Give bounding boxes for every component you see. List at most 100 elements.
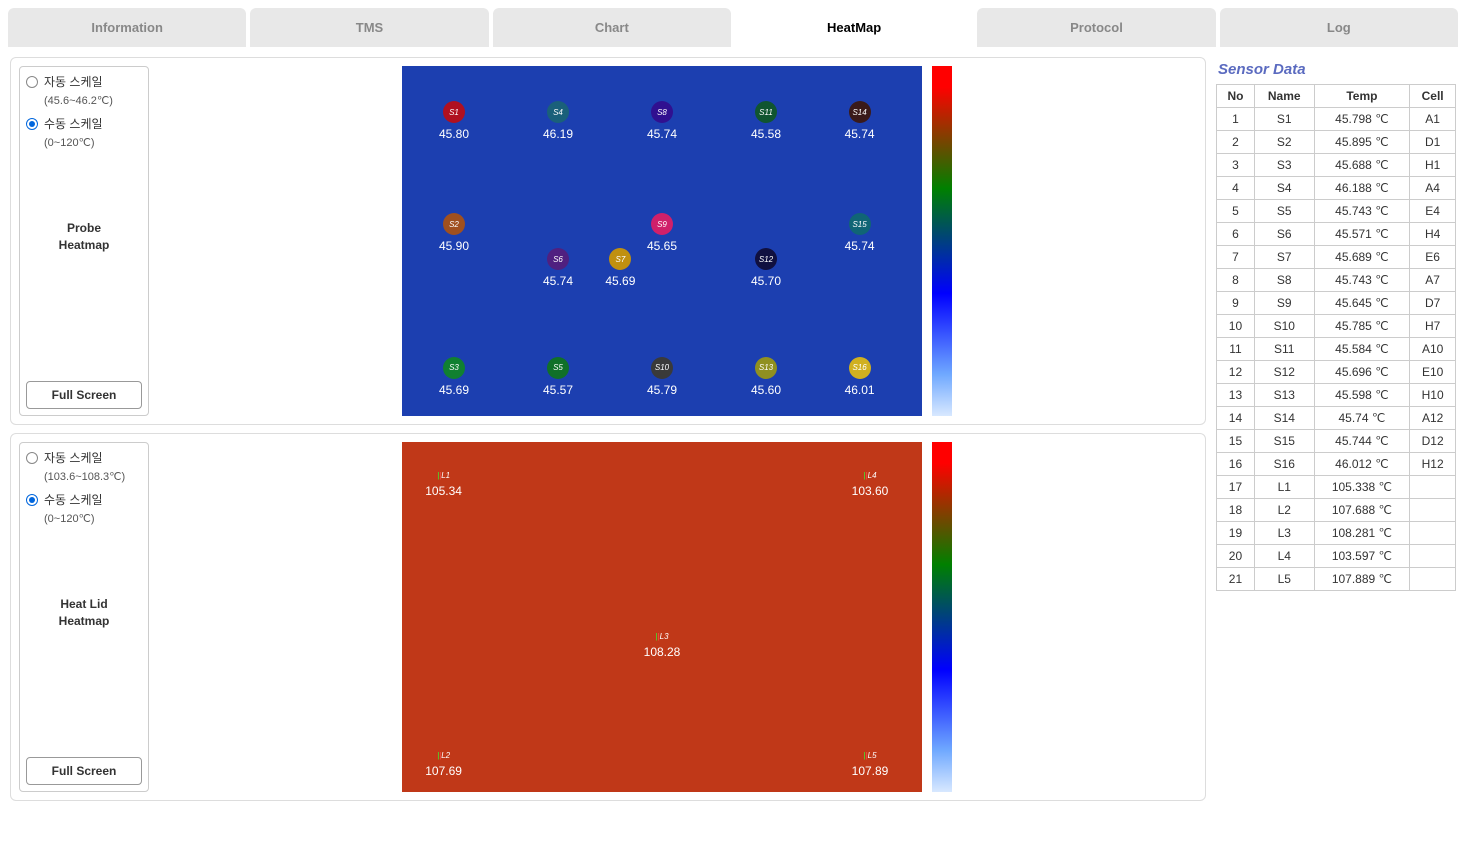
sensor-dot-icon: S13 — [755, 357, 777, 379]
lid-fullscreen-button[interactable]: Full Screen — [26, 757, 142, 785]
table-cell: S7 — [1254, 246, 1314, 269]
probe-auto-scale-radio[interactable]: 자동 스케일 — [26, 73, 142, 90]
probe-sensor-s4: S4 46.19 — [528, 101, 588, 141]
table-cell: 45.645 ℃ — [1314, 292, 1410, 315]
tab-chart[interactable]: Chart — [493, 8, 731, 47]
sensor-value: 45.58 — [736, 127, 796, 141]
sensor-dot-icon: S5 — [547, 357, 569, 379]
table-cell: 13 — [1217, 384, 1255, 407]
table-row[interactable]: 1S145.798 ℃A1 — [1217, 108, 1456, 131]
table-cell: S11 — [1254, 338, 1314, 361]
sensor-value: 45.57 — [528, 383, 588, 397]
table-cell: S14 — [1254, 407, 1314, 430]
table-cell: A4 — [1410, 177, 1456, 200]
table-cell: 45.688 ℃ — [1314, 154, 1410, 177]
sensor-value: 45.60 — [736, 383, 796, 397]
sensor-marker-icon: ||L3 — [653, 631, 671, 641]
sensor-value: 45.74 — [528, 274, 588, 288]
table-row[interactable]: 3S345.688 ℃H1 — [1217, 154, 1456, 177]
table-cell: L5 — [1254, 568, 1314, 591]
table-row[interactable]: 19L3108.281 ℃ — [1217, 522, 1456, 545]
table-row[interactable]: 7S745.689 ℃E6 — [1217, 246, 1456, 269]
probe-sensor-s12: S1245.70 — [736, 248, 796, 288]
table-cell: S4 — [1254, 177, 1314, 200]
table-cell: 2 — [1217, 131, 1255, 154]
probe-sensor-s3: S345.69 — [424, 357, 484, 397]
tab-log[interactable]: Log — [1220, 8, 1458, 47]
lid-sensor-l2: ||L2107.69 — [414, 750, 474, 778]
lid-sensor-l5: ||L5107.89 — [840, 750, 900, 778]
sensor-dot-icon: S14 — [849, 101, 871, 123]
table-row[interactable]: 20L4103.597 ℃ — [1217, 545, 1456, 568]
sensor-data-title: Sensor Data — [1216, 57, 1456, 84]
table-row[interactable]: 15S1545.744 ℃D12 — [1217, 430, 1456, 453]
lid-panel: 자동 스케일 (103.6~108.3℃) 수동 스케일 (0~120℃) He… — [10, 433, 1206, 801]
probe-manual-scale-radio[interactable]: 수동 스케일 — [26, 115, 142, 132]
table-cell: 18 — [1217, 499, 1255, 522]
lid-manual-range: (0~120℃) — [44, 512, 142, 525]
main-content: 자동 스케일 (45.6~46.2℃) 수동 스케일 (0~120℃) Prob… — [0, 47, 1466, 811]
table-row[interactable]: 17L1105.338 ℃ — [1217, 476, 1456, 499]
table-cell — [1410, 545, 1456, 568]
table-header: Cell — [1410, 85, 1456, 108]
table-cell: E10 — [1410, 361, 1456, 384]
table-row[interactable]: 6S645.571 ℃H4 — [1217, 223, 1456, 246]
tab-heatmap[interactable]: HeatMap — [735, 8, 973, 47]
probe-heatmap-wrap: S145.80S446.19S845.74S1145.58S1445.74S24… — [157, 66, 1197, 416]
sensor-marker-icon: ||L2 — [435, 750, 453, 760]
table-header: No — [1217, 85, 1255, 108]
probe-sensor-s8: S845.74 — [632, 101, 692, 141]
table-row[interactable]: 5S545.743 ℃E4 — [1217, 200, 1456, 223]
probe-sensor-s15: S1545.74 — [830, 213, 890, 253]
table-row[interactable]: 10S1045.785 ℃H7 — [1217, 315, 1456, 338]
sensor-dot-icon: S7 — [609, 248, 631, 270]
lid-manual-scale-radio[interactable]: 수동 스케일 — [26, 491, 142, 508]
probe-sensor-s10: S1045.79 — [632, 357, 692, 397]
probe-sensor-s6: S645.74 — [528, 248, 588, 288]
tab-protocol[interactable]: Protocol — [977, 8, 1215, 47]
table-row[interactable]: 13S1345.598 ℃H10 — [1217, 384, 1456, 407]
table-row[interactable]: 16S1646.012 ℃H12 — [1217, 453, 1456, 476]
table-cell: 17 — [1217, 476, 1255, 499]
probe-heatmap: S145.80S446.19S845.74S1145.58S1445.74S24… — [402, 66, 922, 416]
table-cell: 45.689 ℃ — [1314, 246, 1410, 269]
sensor-value: 45.79 — [632, 383, 692, 397]
table-cell: A10 — [1410, 338, 1456, 361]
sensor-value: 46.19 — [528, 127, 588, 141]
table-row[interactable]: 8S845.743 ℃A7 — [1217, 269, 1456, 292]
tab-information[interactable]: Information — [8, 8, 246, 47]
table-cell: 45.74 ℃ — [1314, 407, 1410, 430]
table-row[interactable]: 2S245.895 ℃D1 — [1217, 131, 1456, 154]
table-row[interactable]: 11S1145.584 ℃A10 — [1217, 338, 1456, 361]
table-cell: 1 — [1217, 108, 1255, 131]
probe-panel: 자동 스케일 (45.6~46.2℃) 수동 스케일 (0~120℃) Prob… — [10, 57, 1206, 425]
table-row[interactable]: 12S1245.696 ℃E10 — [1217, 361, 1456, 384]
probe-auto-range: (45.6~46.2℃) — [44, 94, 142, 107]
sensor-marker-icon: ||L1 — [435, 470, 453, 480]
sensor-value: 45.74 — [830, 127, 890, 141]
sensor-dot-icon: S15 — [849, 213, 871, 235]
table-cell: D7 — [1410, 292, 1456, 315]
table-cell: 14 — [1217, 407, 1255, 430]
lid-auto-scale-radio[interactable]: 자동 스케일 — [26, 449, 142, 466]
sensor-dot-icon: S4 — [547, 101, 569, 123]
sensor-value: 45.80 — [424, 127, 484, 141]
probe-fullscreen-button[interactable]: Full Screen — [26, 381, 142, 409]
table-cell: 12 — [1217, 361, 1255, 384]
table-cell: 103.597 ℃ — [1314, 545, 1410, 568]
probe-colorbar — [932, 66, 952, 416]
heatmap-column: 자동 스케일 (45.6~46.2℃) 수동 스케일 (0~120℃) Prob… — [10, 57, 1206, 801]
table-row[interactable]: 18L2107.688 ℃ — [1217, 499, 1456, 522]
probe-sensor-s14: S14 45.74 — [830, 101, 890, 141]
tab-tms[interactable]: TMS — [250, 8, 488, 47]
table-cell: S5 — [1254, 200, 1314, 223]
table-row[interactable]: 14S1445.74 ℃A12 — [1217, 407, 1456, 430]
table-row[interactable]: 4S446.188 ℃A4 — [1217, 177, 1456, 200]
table-cell: L3 — [1254, 522, 1314, 545]
table-cell: S15 — [1254, 430, 1314, 453]
table-cell: 11 — [1217, 338, 1255, 361]
table-row[interactable]: 9S945.645 ℃D7 — [1217, 292, 1456, 315]
auto-scale-label: 자동 스케일 — [44, 73, 103, 90]
table-row[interactable]: 21L5107.889 ℃ — [1217, 568, 1456, 591]
lid-sensor-l3: ||L3108.28 — [632, 631, 692, 659]
